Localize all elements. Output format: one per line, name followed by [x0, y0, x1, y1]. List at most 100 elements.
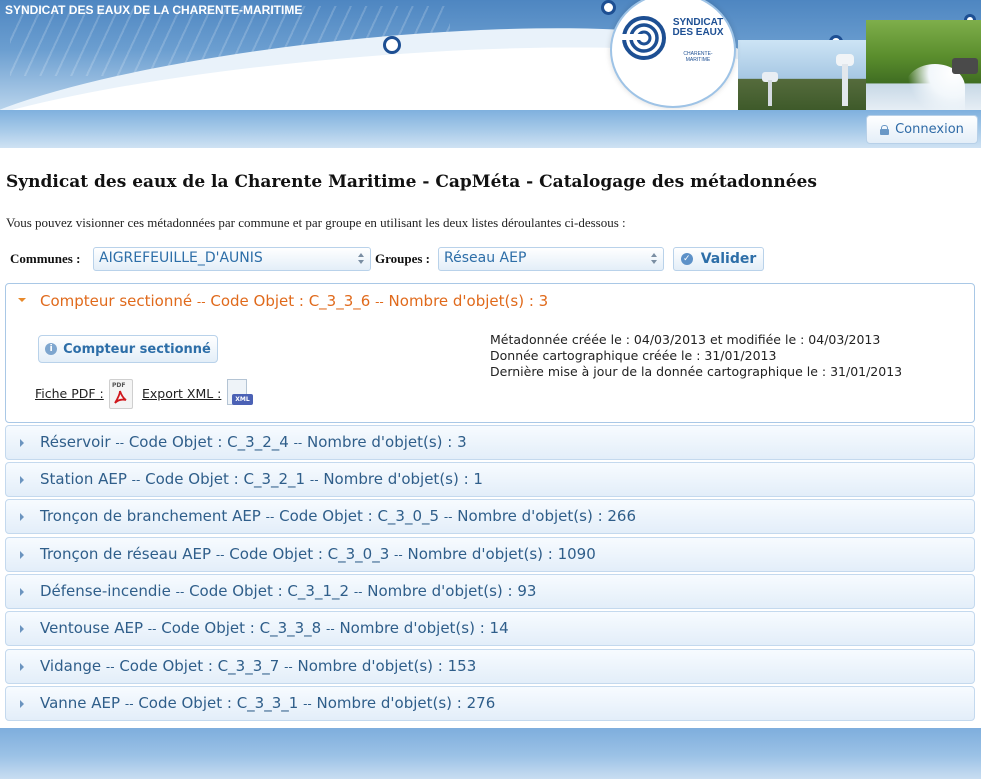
item-count: Nombre d'objet(s) : 3	[388, 292, 549, 310]
accordion-item-header[interactable]: Compteur sectionné -- Code Objet : C_3_3…	[40, 292, 548, 310]
item-code: Code Objet : C_3_0_5	[279, 507, 440, 525]
accordion-item-label: Vanne AEP -- Code Objet : C_3_3_1 -- Nom…	[40, 694, 495, 712]
accordion-item[interactable]: Tronçon de réseau AEP -- Code Objet : C_…	[5, 537, 975, 572]
logo-line-2: DES EAUX	[672, 27, 724, 38]
footer-bar	[0, 728, 981, 779]
validate-button[interactable]: ✓ Valider	[673, 247, 764, 271]
item-separator: --	[284, 660, 293, 674]
accordion-item-label: Tronçon de réseau AEP -- Code Objet : C_…	[40, 545, 596, 563]
pdf-icon[interactable]: PDF	[109, 379, 133, 409]
item-count: Nombre d'objet(s) : 93	[367, 582, 537, 600]
communes-select[interactable]: AIGREFEUILLE_D'AUNIS	[93, 247, 371, 271]
item-name: Vanne AEP	[40, 694, 121, 712]
triangle-right-icon	[20, 551, 24, 559]
item-separator: --	[443, 510, 453, 524]
item-separator: --	[215, 548, 225, 562]
item-code: Code Objet : C_3_2_1	[145, 470, 306, 488]
triangle-down-icon	[18, 298, 26, 302]
check-circle-icon: ✓	[680, 253, 693, 265]
item-name: Tronçon de branchement AEP	[40, 507, 261, 525]
pdf-icon-tag: PDF	[112, 382, 126, 389]
page-title: Syndicat des eaux de la Charente Maritim…	[6, 172, 817, 192]
accordion-item-label: Station AEP -- Code Objet : C_3_2_1 -- N…	[40, 470, 483, 488]
groupes-select[interactable]: Réseau AEP	[438, 247, 664, 271]
logo-subtitle: CHARENTE-MARITIME	[683, 51, 713, 63]
triangle-right-icon	[20, 700, 24, 708]
item-name: Défense-incendie	[40, 582, 171, 600]
pdf-link[interactable]: Fiche PDF :	[35, 386, 104, 401]
groupes-label: Groupes :	[375, 251, 431, 266]
item-separator: --	[375, 295, 384, 309]
item-separator: --	[353, 585, 363, 599]
banner-title: SYNDICAT DES EAUX DE LA CHARENTE-MARITIM…	[5, 3, 303, 17]
item-name: Compteur sectionné	[40, 292, 193, 310]
triangle-right-icon	[20, 513, 24, 521]
item-separator: --	[265, 510, 275, 524]
item-separator: --	[105, 660, 115, 674]
logo-text: SYNDICAT DES EAUX	[670, 18, 726, 38]
groupes-select-value: Réseau AEP	[444, 250, 527, 266]
item-name: Vidange	[40, 657, 102, 675]
water-tower-photo	[738, 40, 868, 110]
item-separator: --	[293, 436, 303, 450]
intro-text: Vous pouvez visionner ces métadonnées pa…	[6, 215, 626, 230]
bubble-icon	[601, 0, 616, 15]
item-name: Station AEP	[40, 470, 127, 488]
accordion-item[interactable]: Ventouse AEP -- Code Objet : C_3_3_8 -- …	[5, 611, 975, 646]
item-code: Code Objet : C_3_2_4	[128, 433, 289, 451]
accordion-item-label: Vidange -- Code Objet : C_3_3_7 -- Nombr…	[40, 657, 476, 675]
triangle-right-icon	[20, 439, 24, 447]
item-count: Nombre d'objet(s) : 266	[457, 507, 637, 525]
accordion-item-label: Défense-incendie -- Code Objet : C_3_1_2…	[40, 582, 536, 600]
item-separator: --	[394, 548, 403, 562]
accordion-item[interactable]: Réservoir -- Code Objet : C_3_2_4 -- Nom…	[5, 425, 975, 460]
item-count: Nombre d'objet(s) : 1	[323, 470, 483, 488]
accordion-item[interactable]: Défense-incendie -- Code Objet : C_3_1_2…	[5, 574, 975, 609]
login-label: Connexion	[895, 122, 964, 137]
login-button[interactable]: Connexion	[866, 115, 978, 144]
item-separator: --	[309, 473, 319, 487]
communes-select-value: AIGREFEUILLE_D'AUNIS	[99, 250, 263, 266]
item-count: Nombre d'objet(s) : 153	[297, 657, 477, 675]
accordion-item[interactable]: Station AEP -- Code Objet : C_3_2_1 -- N…	[5, 462, 975, 497]
item-count: Nombre d'objet(s) : 1090	[407, 545, 596, 563]
accordion-item-open: Compteur sectionné -- Code Objet : C_3_3…	[5, 283, 975, 423]
item-separator: --	[147, 622, 157, 636]
pipe-icon	[952, 58, 978, 74]
item-separator: --	[196, 295, 206, 309]
item-separator: --	[175, 585, 185, 599]
accordion-item[interactable]: Vidange -- Code Objet : C_3_3_7 -- Nombr…	[5, 649, 975, 684]
triangle-right-icon	[20, 588, 24, 596]
triangle-right-icon	[20, 625, 24, 633]
sub-button-label: Compteur sectionné	[63, 341, 211, 357]
validate-label: Valider	[700, 251, 757, 267]
select-arrows-icon	[651, 252, 658, 264]
item-code: Code Objet : C_3_3_6	[210, 292, 371, 310]
item-code: Code Objet : C_3_3_8	[161, 619, 322, 637]
nav-bar	[0, 110, 981, 148]
compteur-sectionne-button[interactable]: i Compteur sectionné	[38, 335, 218, 363]
bubble-icon	[383, 36, 401, 54]
item-separator: --	[131, 473, 141, 487]
accordion-item[interactable]: Tronçon de branchement AEP -- Code Objet…	[5, 499, 975, 534]
spiral-logo-icon	[622, 16, 666, 60]
info-icon: i	[45, 343, 58, 355]
item-count: Nombre d'objet(s) : 276	[316, 694, 496, 712]
item-name: Tronçon de réseau AEP	[40, 545, 212, 563]
item-code: Code Objet : C_3_3_1	[138, 694, 299, 712]
select-arrows-icon	[358, 252, 365, 264]
item-count: Nombre d'objet(s) : 3	[307, 433, 467, 451]
accordion-item[interactable]: Vanne AEP -- Code Objet : C_3_3_1 -- Nom…	[5, 686, 975, 721]
map-data-updated: Dernière mise à jour de la donnée cartog…	[490, 364, 903, 379]
item-code: Code Objet : C_3_0_3	[229, 545, 390, 563]
lock-icon	[880, 124, 890, 135]
triangle-right-icon	[20, 476, 24, 484]
item-separator: --	[325, 622, 335, 636]
item-separator: --	[124, 697, 134, 711]
xml-link[interactable]: Export XML :	[142, 386, 221, 401]
water-tower-stem	[768, 80, 772, 106]
item-code: Code Objet : C_3_1_2	[189, 582, 350, 600]
xml-icon[interactable]: XML	[225, 379, 253, 407]
item-code: Code Objet : C_3_3_7	[119, 657, 280, 675]
item-separator: --	[303, 697, 312, 711]
